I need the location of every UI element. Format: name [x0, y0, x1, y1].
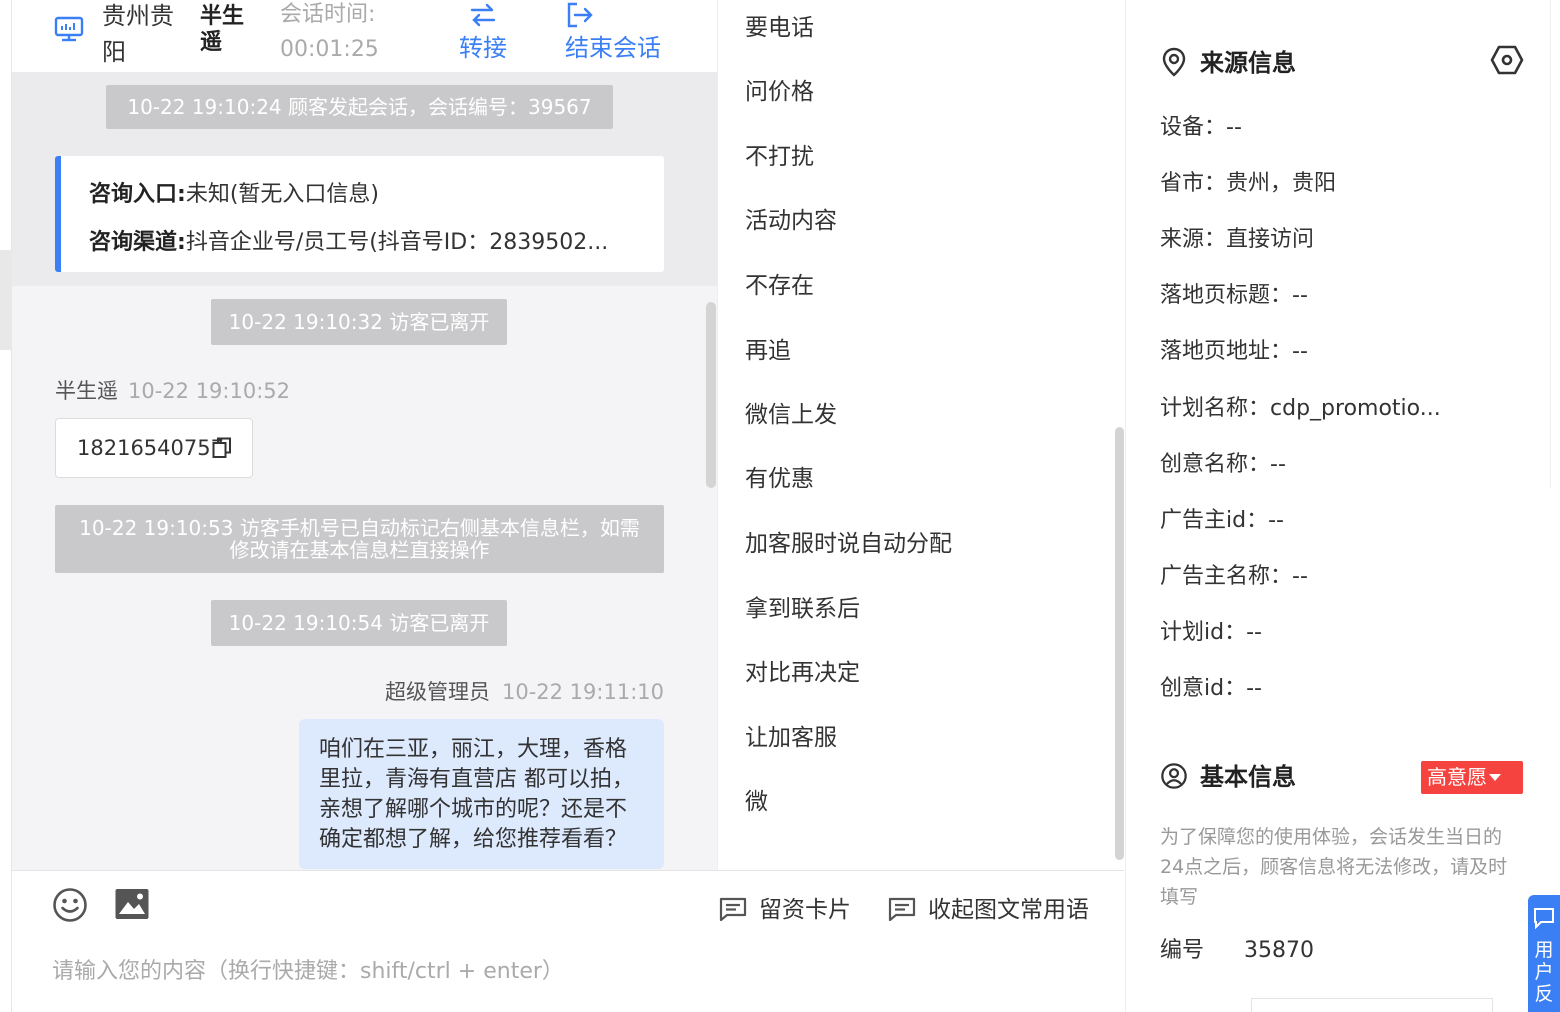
visitor-sender-name: 半生遥: [55, 379, 118, 403]
agent-sender-line: 超级管理员 10-22 19:11:10: [385, 676, 664, 706]
source-row-plan-name: 计划名称：cdp_promotio...: [1160, 396, 1441, 421]
entry-key: 咨询入口:: [89, 182, 186, 207]
quick-phrase-item[interactable]: 活动内容: [745, 204, 837, 238]
caret-down-icon: [1489, 774, 1501, 781]
source-info-title: 来源信息: [1160, 46, 1296, 80]
location-pin-icon: [1162, 47, 1186, 77]
feedback-tab-label: 用户反: [1534, 939, 1554, 1005]
source-row-region: 省市：贵州，贵阳: [1160, 171, 1337, 196]
image-icon[interactable]: [114, 887, 150, 921]
system-message-left-1: 10-22 19:10:32 访客已离开: [211, 299, 507, 345]
phrase-scrollbar[interactable]: [1115, 427, 1124, 860]
intent-value: 高意愿: [1427, 765, 1487, 789]
source-row-landing-url: 落地页地址：--: [1160, 339, 1308, 364]
customer-info-panel: 来源信息 设备：-- 省市：贵州，贵阳 来源：直接访问 落地页标题：-- 落地页…: [1125, 0, 1560, 1012]
collapse-phrases-label: 收起图文常用语: [928, 897, 1089, 923]
source-row-advertiser-id: 广告主id：--: [1160, 508, 1284, 533]
eye-icon[interactable]: [1490, 44, 1524, 76]
agent-sender-name: 超级管理员: [384, 680, 490, 704]
copy-icon[interactable]: [212, 437, 232, 459]
app-root: 贵州贵阳 半生遥 会话时间: 00:01:25 转接 结束会话 10-22 19…: [0, 0, 1560, 1012]
system-message-start: 10-22 19:10:24 顾客发起会话，会话编号：39567: [106, 85, 613, 129]
system-message-left-2: 10-22 19:10:54 访客已离开: [211, 600, 507, 646]
entry-info-card: 咨询入口:未知(暂无入口信息) 咨询渠道:抖音企业号/员工号(抖音号ID：283…: [55, 156, 664, 272]
visitor-location: 贵州贵阳: [102, 2, 174, 66]
quick-phrase-item[interactable]: 微信上发: [745, 398, 837, 432]
source-row-advertiser-name: 广告主名称：--: [1160, 564, 1308, 589]
user-circle-icon: [1161, 763, 1187, 789]
message-input-area: 留资卡片 收起图文常用语: [12, 870, 1124, 1012]
monitor-icon: [54, 16, 84, 42]
source-row-landing-title: 落地页标题：--: [1160, 283, 1308, 308]
visitor-sender-line: 半生遥 10-22 19:10:52: [55, 375, 290, 405]
visitor-phone-message: 18216540757: [55, 418, 253, 478]
quick-phrase-item[interactable]: 加客服时说自动分配: [745, 527, 952, 561]
session-time-value: 00:01:25: [280, 37, 379, 62]
visitor-phone-text: 18216540757: [77, 436, 224, 460]
chat-messages: 10-22 19:10:24 顾客发起会话，会话编号：39567 咨询入口:未知…: [12, 72, 717, 870]
agent-message-bubble: 咱们在三亚，丽江，大理，香格里拉，青海有直营店 都可以拍，亲想了解哪个城市的呢？…: [299, 719, 664, 869]
right-scrollbar[interactable]: [1550, 0, 1560, 488]
agent-message-time: 10-22 19:11:10: [501, 680, 664, 704]
source-row-origin: 来源：直接访问: [1160, 227, 1315, 252]
quick-phrase-item[interactable]: 不存在: [745, 269, 814, 303]
source-row-creative-name: 创意名称：--: [1160, 452, 1286, 477]
intent-dropdown[interactable]: 高意愿: [1421, 761, 1523, 794]
quick-phrase-panel: 要电话 问价格 不打扰 活动内容 不存在 再追 微信上发 有优惠 加客服时说自动…: [717, 0, 1125, 870]
quick-phrase-item[interactable]: 微: [745, 785, 768, 819]
emoji-icon[interactable]: [52, 887, 88, 923]
chat-header: 贵州贵阳 半生遥 会话时间: 00:01:25 转接 结束会话: [12, 0, 717, 72]
system-message-phone-marked: 10-22 19:10:53 访客手机号已自动标记右侧基本信息栏，如需修改请在基…: [55, 505, 664, 573]
end-session-button[interactable]: 结束会话: [565, 0, 665, 66]
lead-card-button[interactable]: 留资卡片: [719, 895, 851, 925]
chat-scrollbar[interactable]: [706, 302, 716, 488]
edit-notice: 为了保障您的使用体验，会话发生当日的24点之后，顾客信息将无法修改，请及时填写: [1160, 826, 1508, 908]
card-icon: [719, 897, 747, 921]
basic-info-title: 基本信息: [1160, 760, 1296, 794]
quick-phrase-item[interactable]: 不打扰: [745, 140, 814, 174]
visitor-name: 半生遥: [200, 4, 245, 55]
basic-info-field[interactable]: [1251, 998, 1493, 1012]
customer-code-label: 编号: [1160, 938, 1205, 963]
customer-code-value: 35870: [1244, 938, 1315, 963]
visitor-message-time: 10-22 19:10:52: [128, 379, 291, 403]
message-input[interactable]: [52, 951, 1052, 991]
quick-phrase-item[interactable]: 对比再决定: [745, 656, 860, 690]
feedback-tab[interactable]: 用户反: [1528, 895, 1560, 1012]
session-time-label: 会话时间:: [280, 2, 376, 27]
chat-panel: 贵州贵阳 半生遥 会话时间: 00:01:25 转接 结束会话 10-22 19…: [12, 0, 717, 870]
source-info-title-text: 来源信息: [1200, 49, 1296, 77]
transfer-label: 转接: [459, 34, 507, 62]
source-row-device: 设备：--: [1160, 115, 1242, 140]
feedback-icon: [1534, 908, 1554, 929]
end-session-label: 结束会话: [565, 34, 661, 62]
left-edge-panel: [0, 0, 12, 1012]
basic-info-title-text: 基本信息: [1200, 763, 1296, 791]
transfer-icon: [470, 3, 496, 27]
customer-code-row: 编号 35870: [1160, 935, 1314, 967]
channel-value: 抖音企业号/员工号(抖音号ID：2839502...: [185, 230, 609, 255]
quick-phrase-item[interactable]: 再追: [745, 334, 791, 368]
lead-card-label: 留资卡片: [759, 897, 851, 923]
source-row-plan-id: 计划id：--: [1160, 620, 1262, 645]
channel-key: 咨询渠道:: [89, 230, 186, 255]
source-row-creative-id: 创意id：--: [1160, 676, 1262, 701]
quick-phrase-item[interactable]: 让加客服: [745, 721, 837, 755]
entry-row: 咨询入口:未知(暂无入口信息): [89, 176, 649, 208]
quick-phrase-item[interactable]: 要电话: [745, 11, 814, 45]
quick-phrase-item[interactable]: 有优惠: [745, 462, 814, 496]
entry-value: 未知(暂无入口信息): [185, 182, 379, 207]
left-edge-handle[interactable]: [0, 250, 12, 350]
channel-row: 咨询渠道:抖音企业号/员工号(抖音号ID：2839502...: [89, 224, 649, 256]
collapse-phrases-button[interactable]: 收起图文常用语: [888, 895, 1089, 925]
quick-phrase-item[interactable]: 拿到联系后: [745, 592, 860, 626]
exit-icon: [567, 2, 593, 28]
quick-phrase-item[interactable]: 问价格: [745, 75, 814, 109]
transfer-button[interactable]: 转接: [456, 0, 510, 66]
phrase-icon: [888, 897, 916, 921]
